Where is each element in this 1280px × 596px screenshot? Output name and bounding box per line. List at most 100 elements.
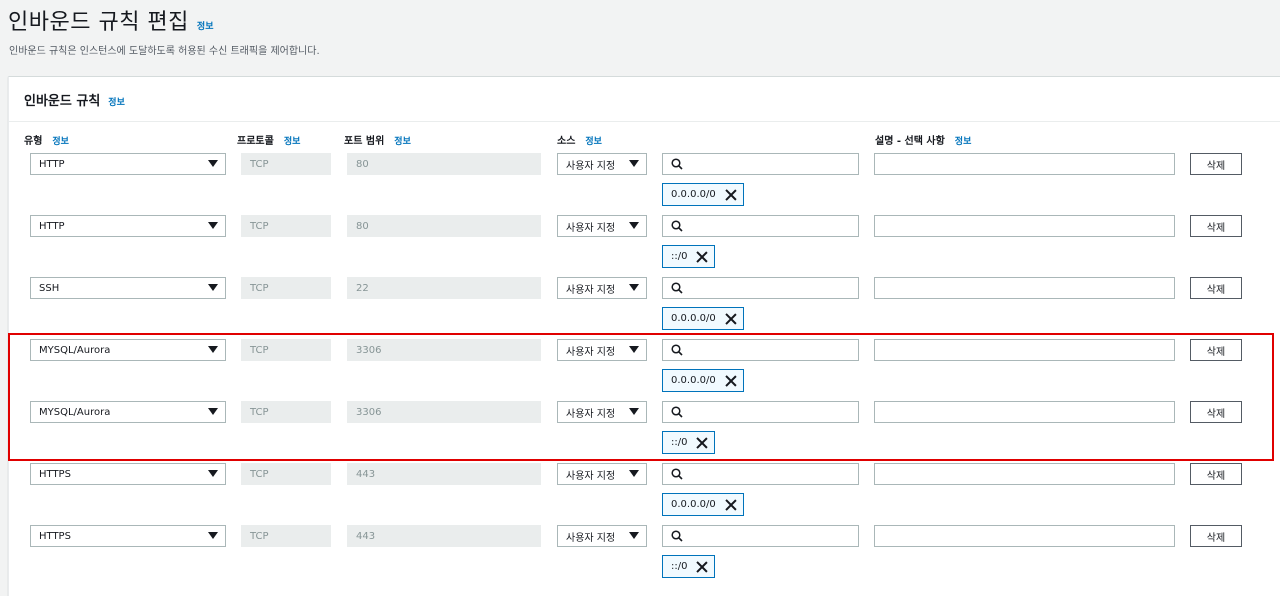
type-value: MYSQL/Aurora (39, 406, 111, 418)
column-header-port-label: 포트 범위 (344, 136, 385, 147)
close-icon[interactable] (725, 499, 737, 511)
delete-button[interactable]: 삭제 (1190, 401, 1242, 423)
description-input[interactable] (874, 401, 1175, 423)
source-select[interactable]: 사용자 지정 (557, 277, 647, 299)
column-header-source: 소스 정보 (557, 132, 602, 147)
source-select[interactable]: 사용자 지정 (557, 215, 647, 237)
panel-info-link[interactable]: 정보 (108, 95, 125, 108)
close-icon[interactable] (725, 375, 737, 387)
source-select[interactable]: 사용자 지정 (557, 339, 647, 361)
column-header-protocol-label: 프로토콜 (237, 136, 274, 147)
protocol-info-link[interactable]: 정보 (284, 134, 301, 147)
column-header-port-range: 포트 범위 정보 (344, 132, 411, 147)
close-icon[interactable] (725, 189, 737, 201)
delete-button[interactable]: 삭제 (1190, 525, 1242, 547)
caret-down-icon (208, 222, 218, 229)
type-select[interactable]: MYSQL/Aurora (30, 401, 226, 423)
protocol-value: TCP (250, 344, 269, 356)
source-value: 사용자 지정 (566, 470, 616, 482)
search-icon (671, 344, 683, 356)
type-select[interactable]: SSH (30, 277, 226, 299)
type-info-link[interactable]: 정보 (52, 134, 69, 147)
protocol-field: TCP (241, 339, 331, 361)
panel-title: 인바운드 규칙 정보 (24, 90, 125, 109)
source-value: 사용자 지정 (566, 408, 616, 420)
cidr-search-input[interactable] (662, 525, 859, 547)
cidr-search-input[interactable] (662, 277, 859, 299)
type-select[interactable]: HTTP (30, 153, 226, 175)
delete-label: 삭제 (1206, 470, 1226, 482)
cidr-search-input[interactable] (662, 215, 859, 237)
delete-label: 삭제 (1206, 222, 1226, 234)
delete-button[interactable]: 삭제 (1190, 277, 1242, 299)
type-select[interactable]: HTTPS (30, 463, 226, 485)
port-range-field: 22 (347, 277, 541, 299)
type-value: HTTP (39, 158, 65, 170)
type-value: HTTP (39, 220, 65, 232)
description-input[interactable] (874, 215, 1175, 237)
page-title: 인바운드 규칙 편집 (8, 10, 189, 35)
cidr-token: ::/0 (662, 245, 716, 268)
close-icon[interactable] (696, 251, 708, 263)
caret-down-icon (629, 346, 639, 353)
column-header-description: 설명 - 선택 사항 정보 (875, 132, 971, 147)
caret-down-icon (629, 532, 639, 539)
protocol-field: TCP (241, 215, 331, 237)
close-icon[interactable] (696, 561, 708, 573)
search-icon (671, 158, 683, 170)
cidr-search-input[interactable] (662, 339, 859, 361)
description-input[interactable] (874, 525, 1175, 547)
type-value: HTTPS (39, 468, 71, 480)
cidr-token: 0.0.0.0/0 (662, 183, 744, 206)
description-input[interactable] (874, 463, 1175, 485)
type-value: HTTPS (39, 530, 71, 542)
port-range-field: 3306 (347, 401, 541, 423)
cidr-token: 0.0.0.0/0 (662, 307, 744, 330)
column-header-source-label: 소스 (557, 136, 576, 147)
port-range-field: 443 (347, 463, 541, 485)
search-icon (671, 468, 683, 480)
port-value: 3306 (356, 406, 382, 418)
caret-down-icon (208, 346, 218, 353)
cidr-search-input[interactable] (662, 153, 859, 175)
delete-label: 삭제 (1206, 284, 1226, 296)
panel-header: 인바운드 규칙 정보 (9, 77, 1280, 122)
delete-button[interactable]: 삭제 (1190, 215, 1242, 237)
source-info-link[interactable]: 정보 (585, 134, 602, 147)
close-icon[interactable] (696, 437, 708, 449)
column-header-description-label: 설명 - 선택 사항 (875, 136, 945, 147)
port-info-link[interactable]: 정보 (394, 134, 411, 147)
source-select[interactable]: 사용자 지정 (557, 463, 647, 485)
type-select[interactable]: HTTPS (30, 525, 226, 547)
cidr-value: ::/0 (671, 437, 688, 448)
search-icon (671, 220, 683, 232)
description-input[interactable] (874, 153, 1175, 175)
close-icon[interactable] (725, 313, 737, 325)
description-input[interactable] (874, 339, 1175, 361)
cidr-search-input[interactable] (662, 463, 859, 485)
delete-button[interactable]: 삭제 (1190, 339, 1242, 361)
caret-down-icon (629, 470, 639, 477)
source-select[interactable]: 사용자 지정 (557, 525, 647, 547)
cidr-search-input[interactable] (662, 401, 859, 423)
description-input[interactable] (874, 277, 1175, 299)
delete-label: 삭제 (1206, 160, 1226, 172)
port-value: 443 (356, 468, 376, 480)
description-info-link[interactable]: 정보 (955, 134, 972, 147)
delete-button[interactable]: 삭제 (1190, 153, 1242, 175)
cidr-token: ::/0 (662, 555, 716, 578)
type-select[interactable]: MYSQL/Aurora (30, 339, 226, 361)
search-icon (671, 282, 683, 294)
protocol-field: TCP (241, 153, 331, 175)
cidr-value: 0.0.0.0/0 (671, 189, 716, 200)
source-select[interactable]: 사용자 지정 (557, 153, 647, 175)
page-info-link[interactable]: 정보 (197, 19, 214, 32)
delete-button[interactable]: 삭제 (1190, 463, 1242, 485)
type-select[interactable]: HTTP (30, 215, 226, 237)
source-select[interactable]: 사용자 지정 (557, 401, 647, 423)
caret-down-icon (629, 160, 639, 167)
search-icon (671, 406, 683, 418)
column-header-type: 유형 정보 (24, 132, 69, 147)
panel-title-text: 인바운드 규칙 (24, 94, 101, 109)
delete-label: 삭제 (1206, 346, 1226, 358)
